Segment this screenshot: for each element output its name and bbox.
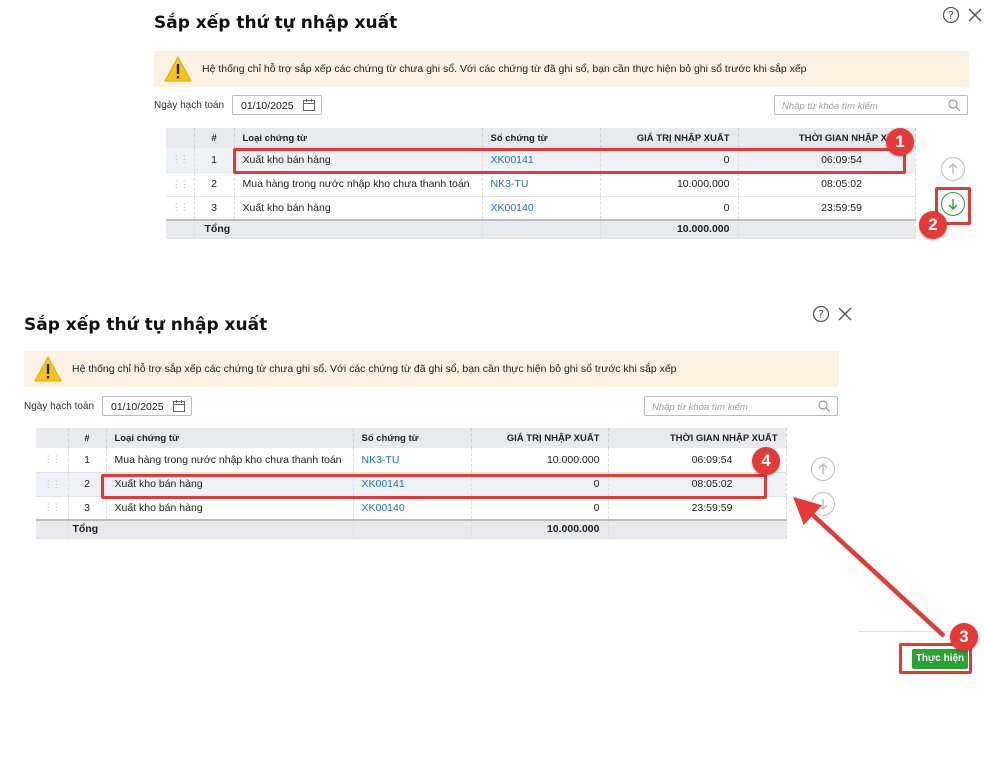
annotation-arrow (793, 496, 946, 638)
step-badge-4: 4 (752, 447, 780, 475)
step-badge-3: 3 (950, 623, 978, 651)
